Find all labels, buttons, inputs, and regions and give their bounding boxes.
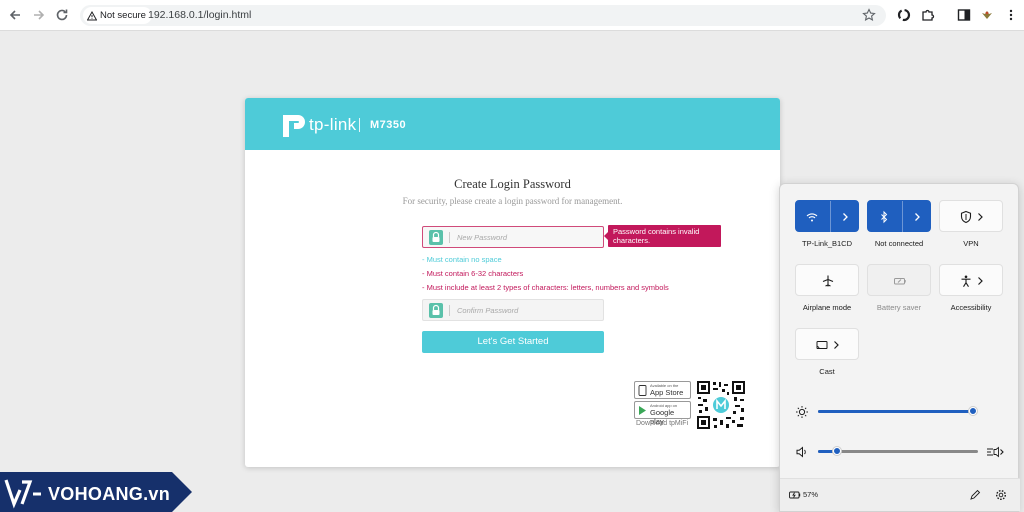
volume-slider[interactable] — [818, 450, 978, 453]
error-tooltip: Password contains invalid characters. — [604, 225, 721, 247]
quick-settings-footer: 57% — [780, 478, 1020, 511]
browser-toolbar: Not secure 192.168.0.1/login.html — [0, 0, 1024, 31]
battery-saver-icon — [894, 278, 906, 285]
brightness-icon — [796, 406, 808, 418]
chevron-right-icon — [843, 213, 848, 221]
rule-no-space: - Must contain no space — [422, 255, 502, 264]
download-app-label: Download tpMiFi — [636, 420, 689, 427]
confirm-password-input[interactable] — [457, 303, 597, 318]
field-divider — [449, 305, 450, 316]
get-started-button[interactable]: Let's Get Started — [422, 331, 604, 353]
header-divider — [359, 118, 360, 132]
vpn-label: VPN — [963, 239, 979, 248]
new-password-field[interactable] — [422, 226, 604, 248]
card-header: tp-link M7350 — [245, 98, 780, 150]
forward-button[interactable] — [31, 7, 47, 23]
wifi-expand-button[interactable] — [830, 201, 858, 233]
rule-char-types: - Must include at least 2 types of chara… — [422, 283, 669, 292]
page-subtitle: For security, please create a login pass… — [402, 196, 623, 206]
extension-sync-icon[interactable] — [897, 8, 911, 22]
qr-code — [696, 380, 746, 430]
airplane-mode-toggle[interactable] — [795, 264, 859, 296]
reload-button[interactable] — [54, 7, 70, 23]
airplane-icon — [822, 275, 834, 287]
play-store-icon — [639, 406, 646, 415]
chevron-right-icon — [834, 341, 839, 349]
login-card: tp-link M7350 Create Login Password For … — [245, 98, 780, 467]
device-model: M7350 — [370, 119, 407, 131]
bluetooth-icon — [881, 210, 888, 224]
cast-icon — [816, 341, 828, 349]
battery-charging-icon — [789, 491, 801, 499]
confirm-password-field[interactable] — [422, 299, 604, 321]
side-panel-icon[interactable] — [957, 8, 971, 22]
wifi-icon — [806, 213, 818, 222]
volume-icon — [796, 446, 806, 458]
back-button[interactable] — [7, 7, 23, 23]
google-play-badge[interactable]: Android app on Google play — [634, 401, 691, 426]
wifi-toggle[interactable] — [795, 200, 859, 233]
security-chip[interactable]: Not secure — [83, 7, 152, 24]
chevron-right-icon — [978, 277, 983, 285]
airplane-mode-label: Airplane mode — [802, 303, 852, 312]
bluetooth-expand-button[interactable] — [902, 201, 930, 233]
phone-icon — [638, 385, 647, 396]
watermark-text: VOHOANG.vn — [48, 484, 171, 504]
brightness-slider-fill — [818, 410, 973, 413]
battery-saver-label: Battery saver — [876, 303, 922, 312]
battery-saver-toggle[interactable] — [867, 264, 931, 296]
lock-icon — [429, 303, 443, 318]
accessibility-label: Accessibility — [950, 303, 992, 312]
bluetooth-toggle[interactable] — [867, 200, 931, 233]
app-store-text: App Store — [650, 388, 684, 397]
tp-link-logo-icon — [283, 115, 305, 137]
chevron-right-icon — [915, 213, 920, 221]
cast-label: Cast — [819, 367, 835, 376]
bookmark-star-icon[interactable] — [862, 8, 876, 22]
wifi-label: TP-Link_B1CD — [801, 239, 853, 248]
address-bar[interactable]: Not secure 192.168.0.1/login.html — [80, 5, 886, 26]
settings-gear-icon[interactable] — [995, 489, 1007, 501]
volume-slider-thumb[interactable] — [833, 447, 842, 455]
security-label: Not secure — [100, 10, 146, 21]
accessibility-toggle[interactable] — [939, 264, 1003, 296]
rule-length: - Must contain 6-32 characters — [422, 269, 524, 278]
app-store-badge[interactable]: Available on the App Store — [634, 381, 691, 399]
bluetooth-label: Not connected — [874, 239, 924, 248]
profile-avatar[interactable] — [980, 8, 994, 22]
brand-name: tp-link — [309, 115, 357, 134]
brightness-slider-thumb[interactable] — [969, 407, 977, 415]
browser-menu-icon[interactable] — [1004, 8, 1018, 22]
cast-toggle[interactable] — [795, 328, 859, 360]
shield-icon — [960, 210, 972, 224]
extensions-puzzle-icon[interactable] — [921, 8, 935, 22]
audio-output-icon[interactable] — [986, 445, 1004, 459]
edit-pencil-icon[interactable] — [969, 489, 981, 501]
vpn-toggle[interactable] — [939, 200, 1003, 232]
field-divider — [449, 232, 450, 243]
quick-settings-panel: TP-Link_B1CD Not connected VPN Airplane … — [779, 183, 1020, 512]
url-text[interactable]: 192.168.0.1/login.html — [148, 9, 251, 21]
chevron-right-icon — [978, 213, 983, 221]
accessibility-icon — [961, 275, 971, 287]
battery-percentage: 57% — [803, 490, 819, 499]
warning-icon — [87, 10, 97, 20]
page-title: Create Login Password — [454, 177, 571, 191]
lock-icon — [429, 230, 443, 245]
new-password-input[interactable] — [457, 230, 597, 245]
